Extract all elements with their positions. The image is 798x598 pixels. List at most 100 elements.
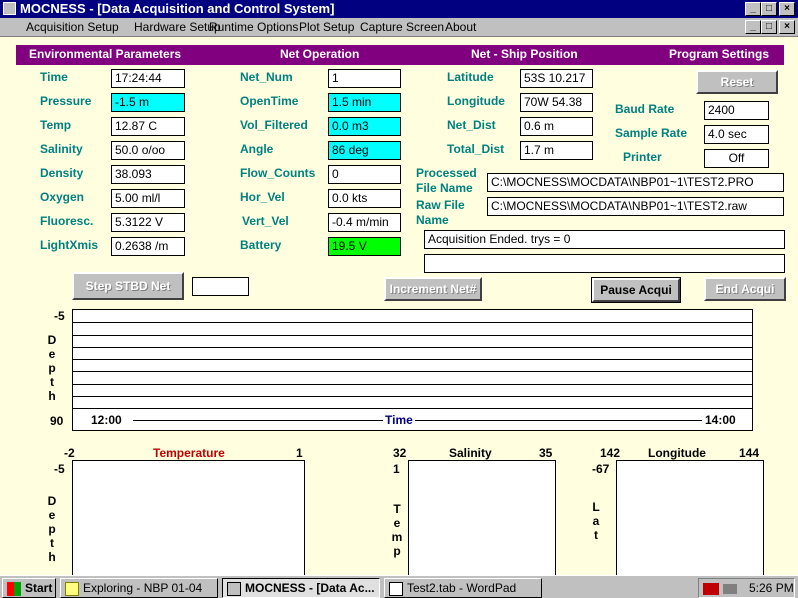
taskbar-item-mocness[interactable]: MOCNESS - [Data Ac... [222, 578, 380, 598]
ylabel-char: a [592, 514, 600, 528]
taskbar-item-label: Test2.tab - WordPad [407, 581, 517, 595]
env-label: Salinity [40, 142, 83, 156]
env-value-temp: 12.87 C [111, 117, 185, 136]
child-restore-button[interactable]: □ [761, 20, 777, 34]
time-axis-line [133, 420, 702, 421]
step-stbd-net-button[interactable]: Step STBD Net [72, 272, 184, 300]
wordpad-icon [389, 581, 403, 596]
section-header-bar: Environmental Parameters Net Operation N… [16, 45, 784, 65]
temp-profile-xmin: -2 [64, 446, 75, 460]
ylabel-char: p [48, 361, 56, 375]
section-ship-position: Net - Ship Position [471, 47, 578, 61]
section-program-settings: Program Settings [669, 47, 770, 61]
longitude-profile-plot [616, 460, 764, 576]
child-minimize-button[interactable]: _ [745, 20, 761, 34]
net-value-hor-vel: 0.0 kts [328, 189, 401, 208]
net-value-vol-filtered: 0.0 m3 [328, 117, 401, 136]
pos-label: Total_Dist [447, 142, 505, 156]
sample-rate-field[interactable]: 4.0 sec [704, 125, 769, 144]
reset-button[interactable]: Reset [696, 70, 778, 94]
depth-plot-xstart: 12:00 [89, 413, 124, 427]
ylabel-char: e [48, 508, 56, 522]
depth-plot-xend: 14:00 [703, 413, 738, 427]
menu-acquisition-setup[interactable]: Acquisition Setup [26, 20, 119, 34]
ylabel-char: D [47, 333, 57, 347]
clock[interactable]: 5:26 PM [749, 581, 794, 595]
baud-rate-label: Baud Rate [615, 102, 675, 116]
menu-hardware-setup[interactable]: Hardware Setup [134, 20, 221, 34]
grid-line [73, 371, 752, 372]
start-button[interactable]: Start [2, 578, 56, 598]
menu-runtime-options[interactable]: Runtime Options [209, 20, 298, 34]
env-value-pressure: -1.5 m [111, 93, 185, 112]
lon-profile-xmax: 144 [739, 446, 760, 460]
baud-rate-field[interactable]: 2400 [704, 101, 769, 120]
lon-profile-ylabel: L a t [590, 500, 602, 542]
taskbar-item-wordpad[interactable]: Test2.tab - WordPad [384, 578, 542, 598]
grid-line [73, 396, 752, 397]
menu-capture-screen[interactable]: Capture Screen [360, 20, 444, 34]
ylabel-char: h [48, 550, 56, 564]
net-label: Battery [240, 238, 282, 252]
taskbar: Start Exploring - NBP 01-04 MOCNESS - [D… [0, 575, 798, 598]
net-value-num: 1 [328, 69, 401, 88]
ati-icon[interactable] [703, 582, 719, 595]
child-close-button[interactable]: × [779, 20, 795, 34]
net-label: Flow_Counts [240, 166, 316, 180]
taskbar-item-label: Exploring - NBP 01-04 [83, 581, 203, 595]
explorer-icon [65, 581, 79, 596]
sample-rate-label: Sample Rate [615, 126, 688, 140]
menu-about[interactable]: About [445, 20, 476, 34]
ylabel-char: t [594, 528, 598, 542]
status-line-1: Acquisition Ended. trys = 0 [424, 230, 785, 249]
temperature-profile-plot [72, 460, 305, 576]
grid-line [73, 408, 752, 409]
sal-profile-title: Salinity [449, 446, 492, 460]
env-value-lightxmis: 0.2638 /m [111, 237, 185, 256]
lon-profile-ytop: -67 [592, 462, 610, 476]
pause-acqui-button[interactable]: Pause Acqui [591, 277, 681, 303]
env-label: Oxygen [40, 190, 85, 204]
minimize-button[interactable]: _ [745, 2, 761, 16]
processed-file-label-1: Processed [416, 166, 477, 180]
pos-label: Latitude [447, 70, 494, 84]
processed-file-field[interactable]: C:\MOCNESS\MOCDATA\NBP01~1\TEST2.PRO [487, 173, 784, 192]
env-label: Pressure [40, 94, 92, 108]
pos-label: Longitude [447, 94, 505, 108]
pos-value-longitude: 70W 54.38 [520, 93, 593, 112]
printer-label: Printer [623, 150, 662, 164]
menu-plot-setup[interactable]: Plot Setup [299, 20, 354, 34]
pos-value-latitude: 53S 10.217 [520, 69, 593, 88]
section-environmental: Environmental Parameters [29, 47, 182, 61]
net-label: Net_Num [240, 70, 293, 84]
ylabel-char: t [50, 375, 54, 389]
env-label: Fluoresc. [40, 214, 94, 228]
raw-file-field[interactable]: C:\MOCNESS\MOCDATA\NBP01~1\TEST2.raw [487, 197, 784, 216]
sal-profile-ylabel: T e m p [391, 502, 403, 558]
net-label: Vol_Filtered [240, 118, 308, 132]
temp-profile-ytop: -5 [54, 462, 65, 476]
step-net-field[interactable] [192, 277, 249, 296]
maximize-button[interactable]: □ [761, 2, 777, 16]
display-icon[interactable] [723, 583, 737, 594]
printer-field[interactable]: Off [704, 149, 769, 168]
status-line-2 [424, 254, 785, 273]
net-value-battery: 19.5 V [328, 237, 401, 256]
env-value-density: 38.093 [111, 165, 185, 184]
increment-net-button[interactable]: Increment Net# [384, 277, 482, 301]
lon-profile-title: Longitude [648, 446, 706, 460]
ylabel-char: p [393, 544, 401, 558]
close-button[interactable]: × [779, 2, 795, 16]
window-title: MOCNESS - [Data Acquisition and Control … [20, 1, 335, 16]
grid-line [73, 359, 752, 360]
depth-plot-ytop: -5 [54, 309, 65, 323]
temp-profile-xmax: 1 [296, 446, 303, 460]
raw-file-label-2: Name [416, 213, 449, 227]
ylabel-char: D [47, 494, 57, 508]
pos-label: Net_Dist [447, 118, 496, 132]
taskbar-item-label: MOCNESS - [Data Ac... [245, 581, 375, 595]
end-acqui-button[interactable]: End Acqui [704, 277, 786, 301]
depth-plot-ylabel: D e p t h [46, 333, 58, 403]
taskbar-item-exploring[interactable]: Exploring - NBP 01-04 [60, 578, 218, 598]
sal-profile-xmax: 35 [539, 446, 553, 460]
